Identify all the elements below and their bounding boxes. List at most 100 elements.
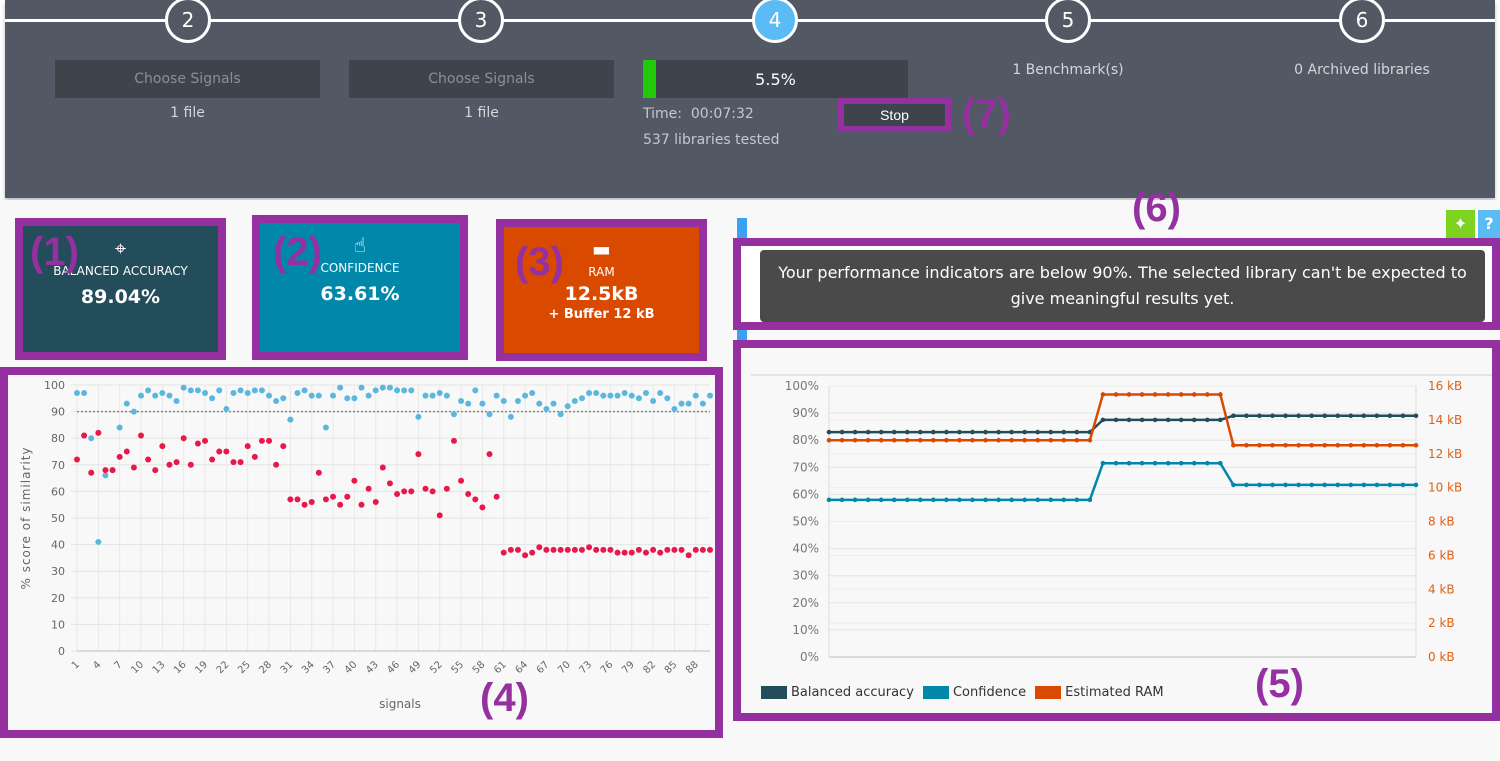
red-point: [159, 443, 166, 450]
stop-button[interactable]: Stop: [844, 104, 945, 126]
series-point: [1113, 392, 1119, 397]
red-point: [216, 448, 223, 455]
red-point: [429, 488, 436, 495]
series-point: [891, 437, 897, 443]
red-point: [230, 459, 237, 466]
series-point: [1126, 417, 1132, 423]
series-point: [1413, 482, 1419, 488]
blue-point: [543, 405, 550, 412]
red-point: [536, 544, 543, 551]
series-point: [1165, 417, 1171, 423]
series-point: [1165, 460, 1171, 466]
y-tick-label: 70%: [792, 460, 819, 474]
series-point: [1035, 497, 1041, 503]
blue-point: [152, 392, 159, 399]
red-point: [322, 496, 329, 503]
series-point: [1204, 392, 1210, 397]
series-point: [1048, 437, 1054, 443]
annotation-label-6: (6): [1132, 186, 1181, 230]
choose-signals-button-1[interactable]: Choose Signals: [55, 60, 320, 98]
blue-point: [145, 387, 152, 394]
blue-point: [180, 384, 187, 391]
series-point: [1322, 482, 1327, 488]
x-tick-label: 31: [279, 659, 296, 676]
red-point: [522, 552, 529, 559]
series-point: [865, 437, 871, 443]
series-point: [1087, 437, 1093, 443]
series-point: [852, 429, 858, 435]
series-point: [1257, 482, 1262, 488]
series-point: [931, 497, 936, 503]
series-point: [1191, 417, 1197, 423]
red-point: [358, 501, 365, 508]
y-tick-label: 90: [51, 406, 65, 419]
annotation-label-1: (1): [30, 230, 79, 274]
series-point: [1348, 482, 1354, 488]
red-point: [102, 467, 109, 474]
x-tick-label: 28: [257, 659, 274, 676]
series-point: [944, 497, 949, 503]
series-point: [996, 429, 1001, 435]
series-point: [1061, 497, 1067, 503]
red-point: [244, 443, 251, 450]
blue-point: [401, 387, 408, 394]
y2-tick-label: 4 kB: [1428, 582, 1455, 596]
series-point: [983, 429, 988, 435]
blue-point: [450, 411, 457, 418]
legend-balanced-accuracy[interactable]: Balanced accuracy: [761, 685, 914, 700]
legend-confidence[interactable]: Confidence: [922, 685, 1026, 700]
x-tick-label: 67: [535, 659, 552, 676]
blue-point: [95, 538, 102, 545]
series-point: [1074, 429, 1080, 435]
red-point: [294, 496, 301, 503]
annotation-label-3: (3): [515, 240, 564, 284]
lightbulb-button[interactable]: ✦: [1446, 210, 1475, 238]
legend-estimated-ram[interactable]: Estimated RAM: [1035, 685, 1164, 700]
series-point: [1113, 460, 1119, 466]
red-point: [209, 456, 216, 463]
blue-point: [202, 389, 209, 396]
blue-point: [650, 397, 657, 404]
y-tick-label: 80%: [792, 433, 819, 447]
series-point: [1178, 392, 1184, 397]
blue-point: [507, 413, 514, 420]
blue-point: [678, 400, 685, 407]
blue-point: [209, 395, 216, 402]
series-point: [918, 497, 923, 503]
blue-point: [486, 411, 493, 418]
x-tick-label: 49: [407, 659, 424, 676]
red-point: [180, 435, 187, 442]
blue-point: [436, 389, 443, 396]
series-point: [1400, 482, 1406, 488]
help-button[interactable]: ?: [1478, 210, 1500, 238]
series-point: [983, 437, 988, 443]
blue-point: [273, 397, 280, 404]
x-tick-label: 55: [449, 659, 466, 676]
card-value: 89.04%: [80, 286, 161, 308]
time-label: Time:: [643, 106, 682, 122]
red-point: [130, 464, 137, 471]
red-point: [330, 493, 337, 500]
blue-point: [294, 389, 301, 396]
blue-point: [123, 400, 130, 407]
blue-point: [187, 387, 194, 394]
series-point: [852, 497, 858, 503]
red-point: [351, 477, 358, 484]
red-point: [95, 429, 102, 436]
red-point: [564, 546, 571, 553]
series-point: [1139, 460, 1145, 466]
series-point: [865, 497, 871, 503]
blue-point: [657, 389, 664, 396]
blue-point: [493, 392, 500, 399]
series-point: [1048, 429, 1054, 435]
blue-point: [315, 392, 322, 399]
series-point: [904, 429, 910, 435]
series-point: [1283, 442, 1288, 448]
series-point: [878, 429, 884, 435]
choose-signals-button-2[interactable]: Choose Signals: [349, 60, 614, 98]
series-point: [1322, 413, 1327, 419]
red-point: [635, 546, 642, 553]
red-point: [166, 461, 173, 468]
series-point: [1296, 442, 1301, 448]
x-tick-label: 4: [91, 659, 103, 671]
